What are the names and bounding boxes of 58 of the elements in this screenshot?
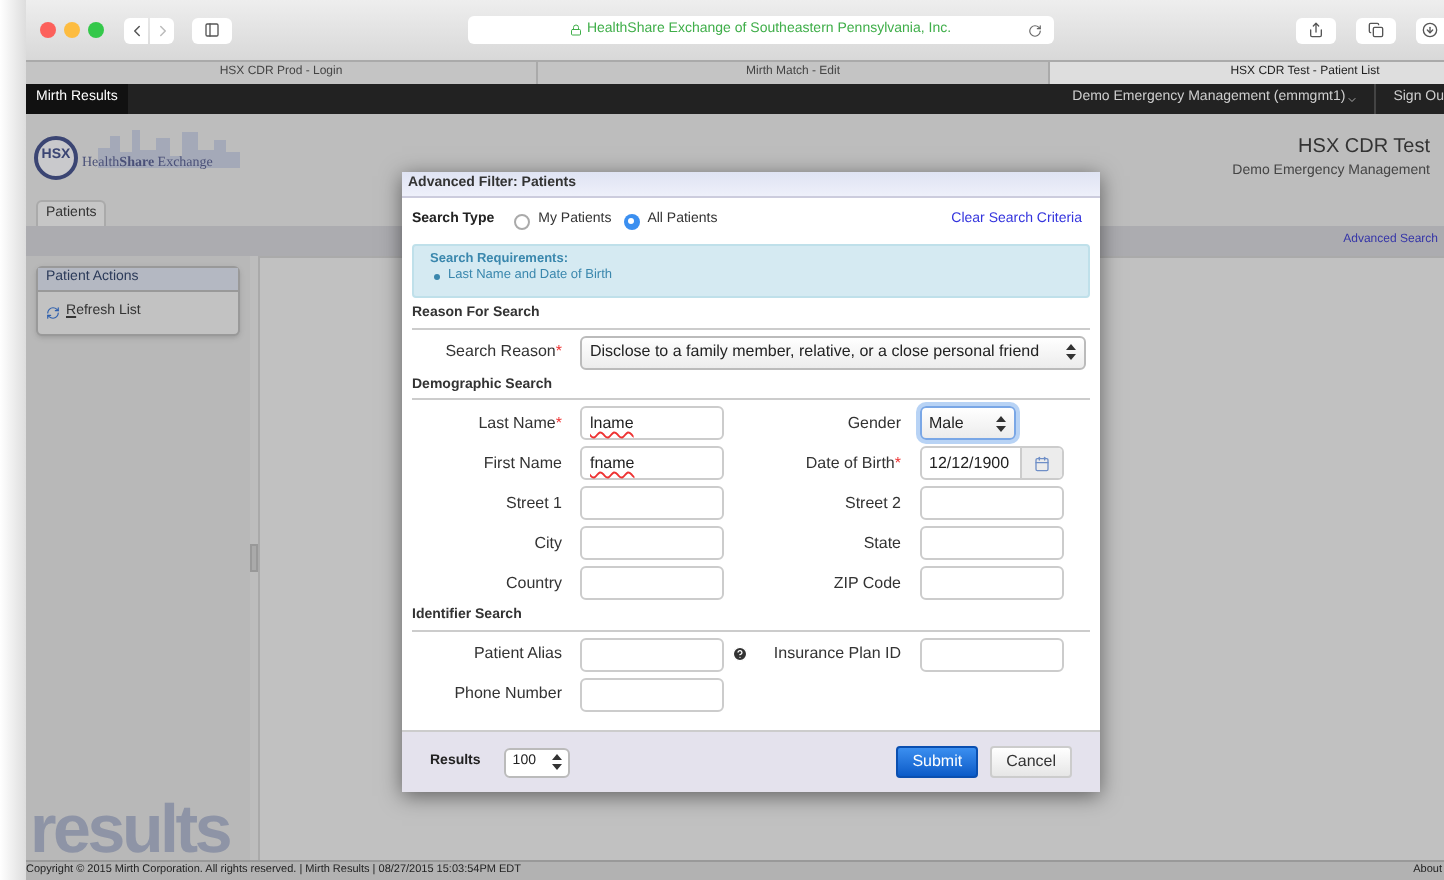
- field-label: Search Reason: [445, 340, 556, 364]
- field-label: Date of Birth: [805, 451, 895, 475]
- gender-select[interactable]: Male: [919, 406, 1015, 440]
- radio-icon[interactable]: [514, 213, 531, 229]
- input-field[interactable]: [919, 526, 1063, 560]
- caret-icon: [1345, 93, 1358, 105]
- input-field[interactable]: [580, 677, 724, 711]
- field-label: Street 1: [505, 491, 562, 515]
- tabs-icon: [1368, 22, 1384, 38]
- zoom-window-icon[interactable]: [88, 22, 104, 38]
- bullet-icon: [434, 273, 440, 279]
- download-icon: [1422, 22, 1438, 38]
- updown-icon: [552, 754, 563, 770]
- downloads-button[interactable]: [1416, 17, 1444, 43]
- environment-title: HSX CDR Test: [1298, 133, 1430, 162]
- back-button[interactable]: [124, 17, 148, 43]
- minimize-window-icon[interactable]: [64, 22, 80, 38]
- field-label: State: [863, 531, 901, 555]
- input-field[interactable]: [580, 486, 724, 520]
- field-label: First Name: [483, 451, 562, 475]
- tabs-button[interactable]: [1356, 17, 1396, 43]
- input-field[interactable]: lname: [580, 406, 724, 440]
- input-field[interactable]: [580, 637, 724, 671]
- field-label: Phone Number: [454, 682, 562, 706]
- lock-icon: [570, 24, 583, 36]
- field-label: ZIP Code: [833, 571, 901, 595]
- field-label: Last Name: [478, 411, 556, 435]
- updown-icon: [1066, 344, 1076, 360]
- input-field[interactable]: [919, 566, 1063, 600]
- radio-icon[interactable]: [623, 213, 640, 229]
- required-mark: *: [894, 451, 901, 475]
- sidebar-icon: [204, 22, 220, 38]
- reason-select[interactable]: Disclose to a family member, relative, or a close personal friend: [580, 335, 1086, 369]
- input-field[interactable]: [919, 637, 1063, 671]
- input-field[interactable]: [580, 566, 724, 600]
- field-label: Insurance Plan ID: [773, 642, 901, 666]
- help-icon[interactable]: [732, 646, 748, 662]
- close-window-icon[interactable]: [40, 22, 56, 38]
- field-label: Country: [505, 571, 562, 595]
- input-field[interactable]: [919, 486, 1063, 520]
- required-mark: *: [555, 340, 562, 364]
- input-field[interactable]: [580, 526, 724, 560]
- updown-icon: [995, 415, 1005, 431]
- field-label: Street 2: [844, 491, 901, 515]
- field-label: Gender: [847, 411, 901, 435]
- required-mark: *: [555, 411, 562, 435]
- share-button[interactable]: [1296, 17, 1336, 43]
- submit-button[interactable]: Submit: [896, 746, 979, 778]
- field-label: Patient Alias: [473, 642, 562, 666]
- calendar-icon[interactable]: [1019, 448, 1061, 478]
- input-field[interactable]: fname: [580, 446, 724, 480]
- sidebar-button[interactable]: [192, 17, 232, 43]
- field-label: City: [534, 531, 562, 555]
- refresh-icon: [46, 305, 60, 320]
- reload-icon[interactable]: [1028, 23, 1042, 37]
- share-icon: [1308, 22, 1324, 38]
- cancel-button[interactable]: Cancel: [990, 746, 1072, 778]
- date-field[interactable]: 12/12/1900: [919, 446, 1063, 480]
